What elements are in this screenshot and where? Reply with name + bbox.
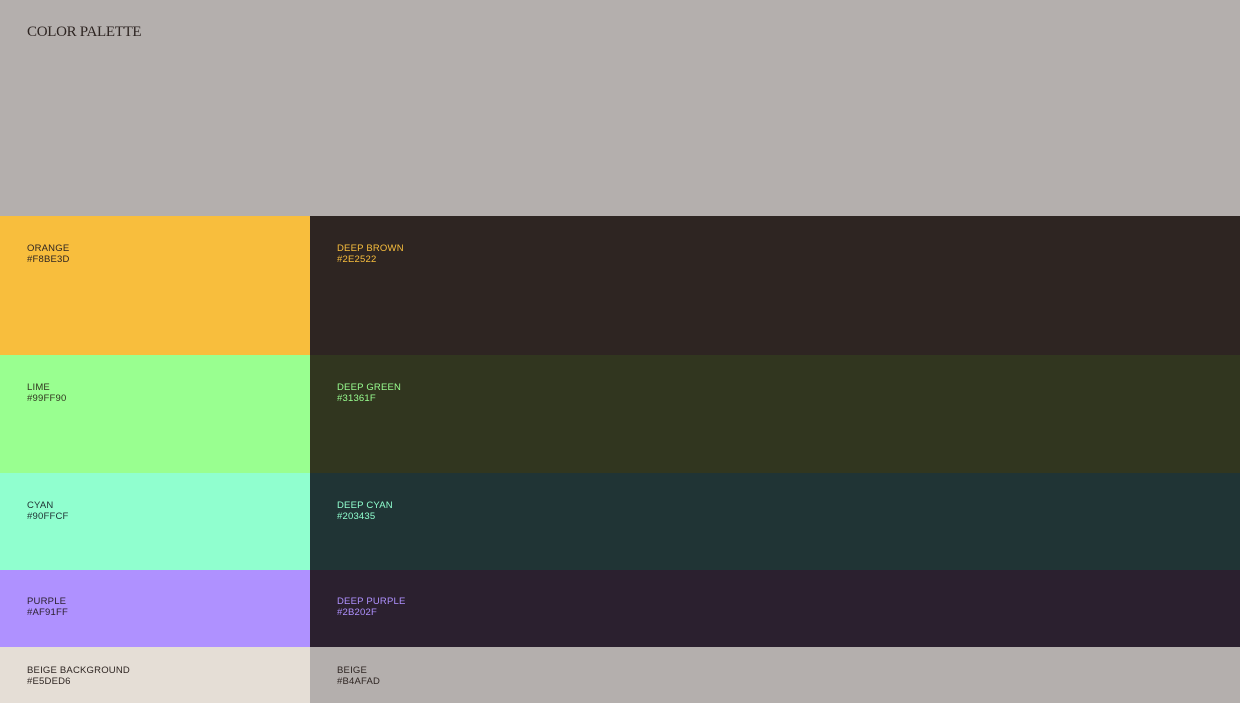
swatch-label: LIME #99FF90: [27, 382, 67, 404]
palette-row-lime: LIME #99FF90 DEEP GREEN #31361F: [0, 355, 1240, 473]
color-name: CYAN: [27, 500, 54, 511]
palette-row-purple: PURPLE #AF91FF DEEP PURPLE #2B202F: [0, 570, 1240, 647]
color-name: BEIGE: [337, 665, 368, 676]
swatch-orange: ORANGE #F8BE3D: [0, 216, 310, 355]
color-name: DEEP BROWN: [337, 243, 404, 254]
swatch-label: CYAN #90FFCF: [27, 500, 69, 522]
color-hex: #E5DED6: [27, 675, 71, 687]
swatch-label: DEEP BROWN #2E2522: [337, 243, 404, 265]
color-hex: #2B202F: [337, 606, 377, 618]
color-name: LIME: [27, 382, 50, 393]
color-hex: #2E2522: [337, 253, 377, 265]
swatch-label: DEEP PURPLE #2B202F: [337, 596, 406, 618]
swatch-beige-background: BEIGE BACKGROUND #E5DED6: [0, 647, 310, 703]
color-hex: #90FFCF: [27, 510, 69, 522]
palette-row-orange: ORANGE #F8BE3D DEEP BROWN #2E2522: [0, 216, 1240, 355]
swatch-purple: PURPLE #AF91FF: [0, 570, 310, 647]
color-name: DEEP PURPLE: [337, 596, 406, 607]
palette-row-beige: BEIGE BACKGROUND #E5DED6 BEIGE #B4AFAD: [0, 647, 1240, 703]
color-hex: #F8BE3D: [27, 253, 70, 265]
swatch-deep-purple: DEEP PURPLE #2B202F: [310, 570, 1240, 647]
swatch-deep-cyan: DEEP CYAN #203435: [310, 473, 1240, 570]
page-title: COLOR PALETTE: [27, 24, 142, 40]
color-hex: #B4AFAD: [337, 675, 381, 687]
swatch-cyan: CYAN #90FFCF: [0, 473, 310, 570]
swatch-label: BEIGE BACKGROUND #E5DED6: [27, 665, 130, 687]
color-name: ORANGE: [27, 243, 70, 254]
swatch-lime: LIME #99FF90: [0, 355, 310, 473]
swatch-label: PURPLE #AF91FF: [27, 596, 68, 618]
color-hex: #AF91FF: [27, 606, 68, 618]
color-name: PURPLE: [27, 596, 67, 607]
color-name: BEIGE BACKGROUND: [27, 665, 130, 676]
swatch-deep-green: DEEP GREEN #31361F: [310, 355, 1240, 473]
swatch-beige: BEIGE #B4AFAD: [310, 647, 1240, 703]
swatch-deep-brown: DEEP BROWN #2E2522: [310, 216, 1240, 355]
color-name: DEEP CYAN: [337, 500, 393, 511]
swatch-label: DEEP CYAN #203435: [337, 500, 393, 522]
color-hex: #203435: [337, 510, 376, 522]
color-hex: #31361F: [337, 392, 376, 404]
color-hex: #99FF90: [27, 392, 67, 404]
header-area: COLOR PALETTE: [0, 0, 1240, 216]
swatch-label: BEIGE #B4AFAD: [337, 665, 381, 687]
palette-row-cyan: CYAN #90FFCF DEEP CYAN #203435: [0, 473, 1240, 570]
color-palette-page: COLOR PALETTE ORANGE #F8BE3D DEEP BROWN …: [0, 0, 1240, 703]
swatch-label: ORANGE #F8BE3D: [27, 243, 70, 265]
swatch-label: DEEP GREEN #31361F: [337, 382, 402, 404]
color-name: DEEP GREEN: [337, 382, 402, 393]
